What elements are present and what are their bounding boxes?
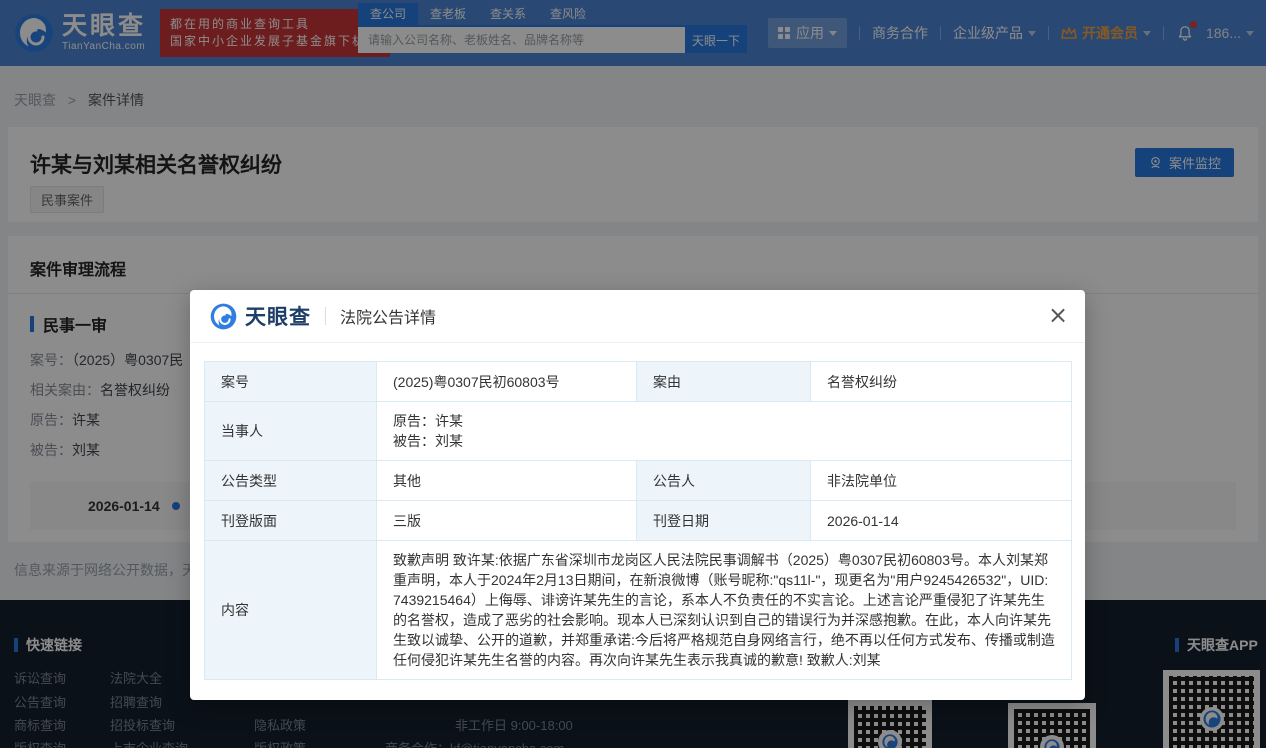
content-label: 内容 (205, 541, 377, 680)
publish-date-value: 2026-01-14 (811, 501, 1072, 541)
page-root: 天眼查 TianYanCha.com 都在用的商业查询工具 国家中小企业发展子基… (0, 0, 1266, 748)
case-no-label: 案号 (205, 362, 377, 402)
cause-label: 案由 (637, 362, 811, 402)
table-row: 公告类型 其他 公告人 非法院单位 (205, 461, 1072, 501)
modal-brand: 天眼查 (245, 301, 311, 331)
content-value: 致歉声明 致许某:依据广东省深圳市龙岗区人民法院民事调解书（2025）粤0307… (377, 541, 1072, 680)
table-row: 刊登版面 三版 刊登日期 2026-01-14 (205, 501, 1072, 541)
table-row: 当事人 原告：许某 被告：刘某 (205, 402, 1072, 461)
close-icon[interactable]: × (1043, 300, 1073, 330)
tianyancha-logo-icon (210, 303, 237, 330)
table-row: 案号 (2025)粤0307民初60803号 案由 名誉权纠纷 (205, 362, 1072, 402)
publish-page-value: 三版 (377, 501, 637, 541)
announcer-label: 公告人 (637, 461, 811, 501)
court-announcement-modal: 天眼查 法院公告详情 × 案号 (2025)粤0307民初60803号 案由 名… (190, 290, 1085, 700)
modal-header: 天眼查 法院公告详情 × (190, 290, 1085, 343)
publish-page-label: 刊登版面 (205, 501, 377, 541)
party-label: 当事人 (205, 402, 377, 461)
publish-date-label: 刊登日期 (637, 501, 811, 541)
announcement-detail-table: 案号 (2025)粤0307民初60803号 案由 名誉权纠纷 当事人 原告：许… (204, 361, 1072, 680)
announcement-type-label: 公告类型 (205, 461, 377, 501)
modal-title: 法院公告详情 (340, 304, 436, 328)
party-value: 原告：许某 被告：刘某 (377, 402, 1072, 461)
modal-title-divider (325, 307, 326, 325)
announcement-type-value: 其他 (377, 461, 637, 501)
case-no-value: (2025)粤0307民初60803号 (377, 362, 637, 402)
announcer-value: 非法院单位 (811, 461, 1072, 501)
cause-value: 名誉权纠纷 (811, 362, 1072, 402)
table-row: 内容 致歉声明 致许某:依据广东省深圳市龙岗区人民法院民事调解书（2025）粤0… (205, 541, 1072, 680)
